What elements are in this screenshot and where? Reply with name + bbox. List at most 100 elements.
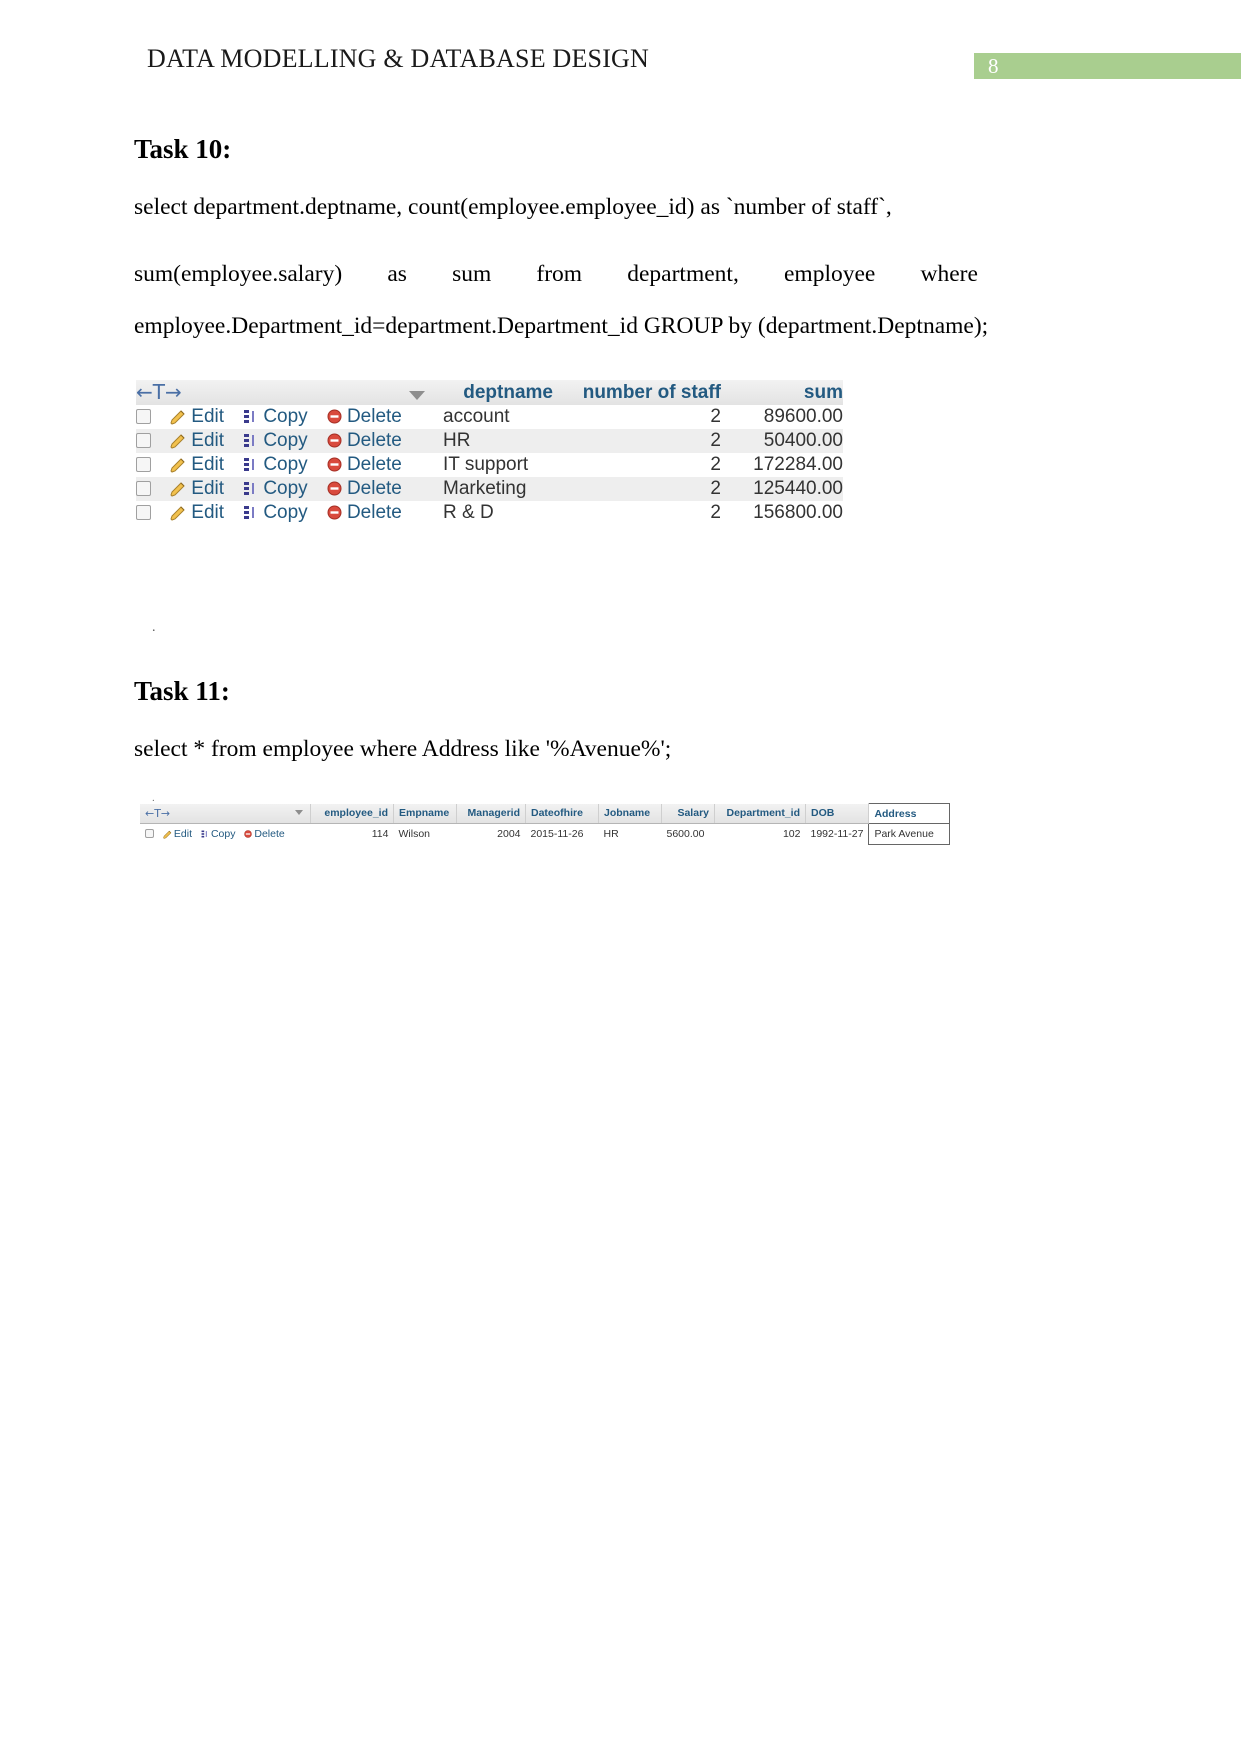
table-body: Edit Copy Delete 114 Wilson 2004 2015-11… — [140, 823, 951, 845]
row-select-checkbox[interactable] — [136, 409, 151, 425]
delete-label: Delete — [346, 453, 402, 475]
delete-row-button[interactable]: Delete — [327, 478, 402, 499]
edit-label: Edit — [191, 453, 225, 475]
cell-employee-id: 114 — [371, 827, 389, 840]
cell-number-of-staff: 2 — [710, 406, 721, 427]
task-10-sql-line-3: employee.Department_id=department.Depart… — [134, 313, 989, 339]
copy-label: Copy — [263, 405, 308, 427]
edit-row-button[interactable]: Edit — [170, 478, 229, 499]
column-header-number-of-staff[interactable]: number of staff — [553, 380, 721, 405]
row-select-checkbox[interactable] — [136, 481, 151, 497]
sort-arrows-icon: ←T→ — [136, 380, 182, 404]
task-11-sql-line-1: select * from employee where Address lik… — [134, 736, 672, 762]
column-header-dob[interactable]: DOB — [805, 803, 870, 824]
column-header-sum[interactable]: sum — [721, 380, 843, 405]
table-row: Edit Copy Delete account 2 89600.00 — [136, 405, 843, 429]
copy-row-button[interactable]: Copy — [243, 454, 313, 475]
cell-deptname: R & D — [443, 502, 494, 523]
cell-dob: 1992-11-27 — [810, 827, 864, 840]
cell-salary: 5600.00 — [666, 827, 705, 840]
copy-row-button[interactable]: Copy — [243, 406, 313, 427]
document-header: DATA MODELLING & DATABASE DESIGN 8 — [0, 44, 1241, 86]
stray-dot-mark: . — [152, 620, 156, 635]
delete-icon — [327, 457, 342, 472]
pencil-icon — [170, 410, 185, 425]
edit-row-button[interactable]: Edit — [170, 406, 229, 427]
delete-row-button[interactable]: Delete — [327, 502, 402, 523]
row-actions-cell: Edit Copy Delete — [136, 429, 443, 453]
column-header-managerid[interactable]: Managerid — [456, 803, 526, 824]
delete-label: Delete — [346, 405, 402, 427]
delete-row-button[interactable]: Delete — [327, 454, 402, 475]
column-header-address[interactable]: Address — [868, 803, 951, 824]
edit-row-button[interactable]: Edit — [170, 430, 229, 451]
copy-row-button[interactable]: Copy — [243, 502, 313, 523]
actions-column-header[interactable]: ←T→ — [136, 380, 443, 405]
table-row: Edit Copy Delete IT support 2 172284.00 — [136, 453, 843, 477]
pencil-icon — [170, 506, 185, 521]
copy-icon — [244, 434, 255, 448]
row-select-checkbox[interactable] — [145, 829, 154, 839]
edit-row-button[interactable]: Edit — [170, 502, 229, 523]
copy-row-button[interactable]: Copy — [243, 430, 313, 451]
edit-row-button[interactable]: Edit — [163, 828, 195, 840]
cell-managerid: 2004 — [497, 827, 521, 840]
column-header-department-id[interactable]: Department_id — [714, 803, 806, 824]
cell-number-of-staff: 2 — [710, 502, 721, 523]
column-header-empname[interactable]: Empname — [393, 803, 457, 824]
edit-label: Edit — [191, 405, 225, 427]
delete-row-button[interactable]: Delete — [327, 406, 402, 427]
row-select-checkbox[interactable] — [136, 433, 151, 449]
cell-empname: Wilson — [398, 827, 431, 840]
column-header-employee-id[interactable]: employee_id — [310, 803, 394, 824]
copy-icon — [201, 830, 207, 838]
chevron-down-icon[interactable] — [409, 391, 425, 400]
row-actions-cell: Edit Copy Delete — [136, 477, 443, 501]
cell-number-of-staff: 2 — [710, 478, 721, 499]
actions-column-header[interactable]: ←T→ — [140, 803, 311, 824]
copy-label: Copy — [263, 477, 308, 499]
delete-label: Delete — [346, 429, 402, 451]
row-actions-cell: Edit Copy Delete — [140, 824, 311, 845]
column-header-salary[interactable]: Salary — [661, 803, 715, 824]
table-row: Edit Copy Delete Marketing 2 125440.00 — [136, 477, 843, 501]
copy-icon — [244, 458, 255, 472]
delete-icon — [244, 830, 253, 838]
copy-icon — [244, 482, 255, 496]
delete-icon — [327, 505, 342, 520]
sql-token: where — [920, 261, 978, 287]
delete-label: Delete — [346, 501, 402, 523]
copy-row-button[interactable]: Copy — [243, 478, 313, 499]
cell-sum: 172284.00 — [753, 454, 843, 475]
copy-icon — [244, 506, 255, 520]
delete-row-button[interactable]: Delete — [244, 827, 285, 840]
cell-sum: 156800.00 — [753, 502, 843, 523]
column-header-jobname[interactable]: Jobname — [598, 803, 662, 824]
cell-deptname: HR — [443, 430, 471, 451]
table-row: Edit Copy Delete R & D 2 156800.00 — [136, 501, 843, 525]
cell-number-of-staff: 2 — [710, 454, 721, 475]
sql-token: sum(employee.salary) — [134, 261, 343, 287]
cell-sum: 125440.00 — [753, 478, 843, 499]
delete-label: Delete — [254, 827, 285, 840]
column-header-dateofhire[interactable]: Dateofhire — [525, 803, 599, 824]
cell-dateofhire: 2015-11-26 — [530, 827, 584, 840]
sort-arrows-icon: ←T→ — [145, 806, 171, 820]
table-row: Edit Copy Delete 114 Wilson 2004 2015-11… — [140, 823, 951, 845]
delete-row-button[interactable]: Delete — [327, 430, 402, 451]
copy-row-button[interactable]: Copy — [201, 828, 238, 840]
delete-icon — [327, 481, 342, 496]
row-select-checkbox[interactable] — [136, 505, 151, 521]
row-select-checkbox[interactable] — [136, 457, 151, 473]
task-10-results-table: ←T→ deptname number of staff sum Edit Co… — [136, 380, 843, 525]
task-10-heading: Task 10: — [134, 134, 232, 164]
chevron-down-icon[interactable] — [295, 809, 303, 815]
task-11-results-table: ←T→ employee_id Empname Managerid Dateof… — [140, 803, 951, 845]
cell-number-of-staff: 2 — [710, 430, 721, 451]
edit-label: Edit — [173, 827, 193, 840]
cell-deptname: account — [443, 406, 510, 427]
edit-row-button[interactable]: Edit — [170, 454, 229, 475]
cell-deptname: Marketing — [443, 478, 527, 499]
column-header-deptname[interactable]: deptname — [443, 380, 553, 405]
copy-icon — [244, 410, 255, 424]
